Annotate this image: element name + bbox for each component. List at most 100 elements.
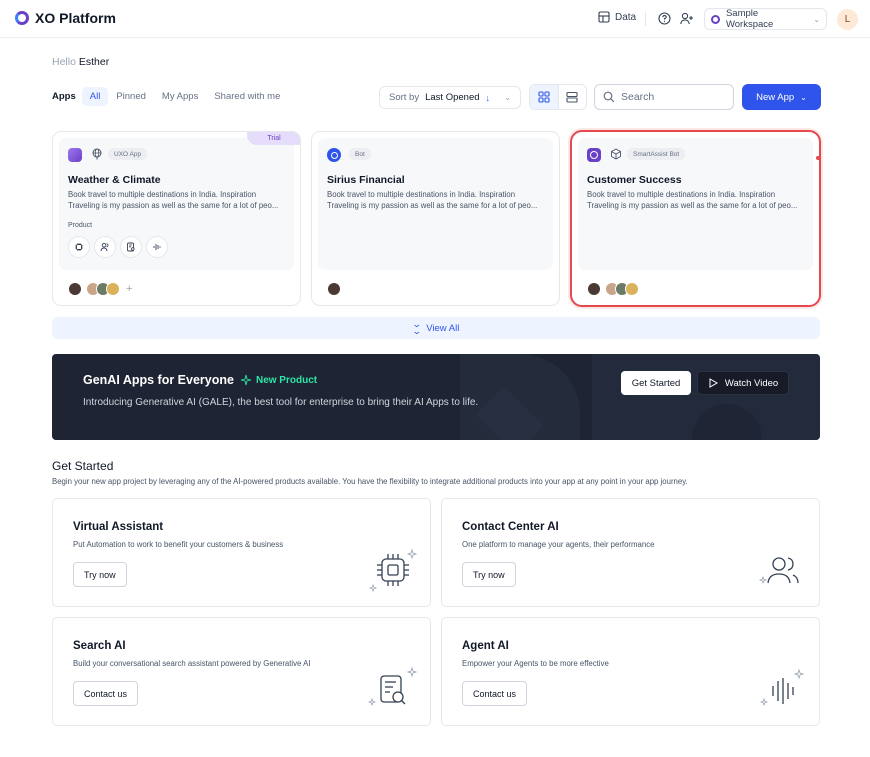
bot-logo-icon (327, 148, 341, 162)
watch-video-button[interactable]: Watch Video (697, 371, 789, 395)
watch-video-label: Watch Video (724, 377, 779, 389)
banner-title-row: GenAI Apps for Everyone New Product (83, 373, 317, 387)
product-description: Put Automation to work to benefit your c… (73, 540, 284, 549)
product-label: Product (68, 222, 93, 229)
view-all-button[interactable]: ⌄ ⌄ View All (52, 317, 820, 339)
product-name: Virtual Assistant (73, 521, 164, 533)
globe-icon (92, 148, 102, 160)
product-card-search-ai: Search AI Build your conversational sear… (52, 617, 431, 726)
smartassist-logo-icon (587, 148, 601, 162)
list-view-button[interactable] (559, 85, 587, 109)
app-card-weather-climate[interactable]: Trial UXO App Weather & Climate Book tra… (52, 131, 301, 306)
product-name: Agent AI (462, 640, 509, 652)
avatar[interactable] (68, 282, 82, 296)
greeting-hello: Hello (52, 56, 76, 68)
greeting-name: Esther (78, 56, 110, 68)
contact-us-button[interactable]: Contact us (462, 681, 528, 706)
chevron-down-icon: ⌄ (800, 92, 807, 102)
app-description: Book travel to multiple destinations in … (587, 189, 815, 211)
view-toggle (529, 84, 587, 110)
product-card-virtual-assistant: Virtual Assistant Put Automation to work… (52, 498, 431, 607)
app-card-sirius-financial[interactable]: Bot Sirius Financial Book travel to mult… (311, 131, 560, 306)
chip-icon[interactable] (68, 236, 90, 258)
workspace-icon (711, 14, 720, 24)
double-chevron-down-icon: ⌄ ⌄ (411, 319, 422, 336)
search-input[interactable] (621, 91, 721, 103)
collaborator-avatars: + (68, 282, 132, 296)
grid-icon (538, 91, 550, 103)
product-description: Build your conversational search assista… (73, 659, 311, 668)
app-description-line: Traveling is my passion as well as the s… (68, 201, 279, 210)
new-app-button[interactable]: New App ⌄ (742, 84, 821, 110)
product-name: Contact Center AI (462, 521, 559, 533)
data-button[interactable]: Data (598, 11, 636, 23)
sparkle-icon (240, 374, 252, 386)
banner-title: GenAI Apps for Everyone (83, 373, 234, 387)
avatar[interactable] (327, 282, 341, 296)
product-icons (68, 236, 168, 258)
try-now-button[interactable]: Try now (73, 562, 127, 587)
app-description-line: Book travel to multiple destinations in … (327, 190, 516, 199)
app-description-line: Traveling is my passion as well as the s… (587, 201, 798, 210)
new-app-label: New App (756, 91, 795, 103)
get-started-button[interactable]: Get Started (621, 371, 691, 395)
view-all-label: View All (426, 322, 460, 334)
sort-label: Sort by (389, 92, 420, 103)
document-search-icon (368, 666, 418, 707)
users-icon[interactable] (94, 236, 116, 258)
try-now-button[interactable]: Try now (462, 562, 516, 587)
play-icon (709, 378, 718, 388)
tab-pinned[interactable]: Pinned (108, 87, 154, 106)
workspace-selector[interactable]: Sample Workspace ⌄ (704, 8, 827, 30)
sort-dropdown[interactable]: Sort by Last Opened ↓ ⌄ (379, 86, 521, 109)
sort-value: Last Opened (425, 92, 480, 103)
user-avatar[interactable]: L (837, 9, 858, 30)
app-type-badge: UXO App (108, 148, 148, 160)
chevron-down-icon: ⌄ (813, 14, 820, 24)
grid-view-button[interactable] (530, 85, 559, 109)
chip-icon (368, 548, 418, 593)
contact-us-button[interactable]: Contact us (73, 681, 139, 706)
tab-shared-with-me[interactable]: Shared with me (206, 87, 288, 106)
tab-all[interactable]: All (81, 87, 109, 106)
app-description: Book travel to multiple destinations in … (327, 189, 555, 211)
selection-marker (816, 156, 819, 160)
product-description: Empower your Agents to be more effective (462, 659, 609, 668)
cube-icon (611, 148, 621, 160)
product-description: One platform to manage your agents, thei… (462, 540, 655, 549)
brand[interactable]: XO Platform (15, 10, 116, 26)
xo-logo-icon (15, 11, 29, 25)
data-label: Data (615, 11, 637, 23)
app-description-line: Book travel to multiple destinations in … (587, 190, 776, 199)
add-collaborator-icon[interactable]: + (126, 283, 132, 295)
genai-banner: GenAI Apps for Everyone New Product Intr… (52, 354, 820, 440)
waveform-icon (759, 668, 805, 707)
banner-subtitle: Introducing Generative AI (GALE), the be… (83, 397, 479, 408)
avatar[interactable] (106, 282, 120, 296)
trial-badge: Trial (247, 132, 300, 145)
chevron-down-icon: ⌄ (504, 93, 511, 102)
avatar[interactable] (587, 282, 601, 296)
app-description: Book travel to multiple destinations in … (68, 189, 296, 211)
user-plus-icon (680, 12, 693, 24)
arrow-down-icon[interactable]: ↓ (486, 93, 491, 103)
search-icon (603, 91, 615, 103)
table-icon (598, 11, 610, 23)
add-user-button[interactable] (680, 11, 694, 25)
collaborator-avatars (587, 282, 639, 296)
users-icon (758, 557, 799, 585)
divider (645, 12, 646, 26)
top-bar: XO Platform Data Sample Workspace ⌄ L (0, 0, 870, 38)
new-product-tag: New Product (240, 374, 317, 386)
waveform-icon[interactable] (146, 236, 168, 258)
collaborator-avatars (327, 282, 341, 296)
app-card-customer-success[interactable]: SmartAssist Bot Customer Success Book tr… (570, 130, 821, 307)
product-card-contact-center-ai: Contact Center AI One platform to manage… (441, 498, 820, 607)
app-name: Weather & Climate (68, 174, 161, 186)
app-logo-icon (68, 148, 82, 162)
product-card-agent-ai: Agent AI Empower your Agents to be more … (441, 617, 820, 726)
help-button[interactable] (657, 11, 671, 25)
avatar[interactable] (625, 282, 639, 296)
document-search-icon[interactable] (120, 236, 142, 258)
tab-my-apps[interactable]: My Apps (154, 87, 206, 106)
